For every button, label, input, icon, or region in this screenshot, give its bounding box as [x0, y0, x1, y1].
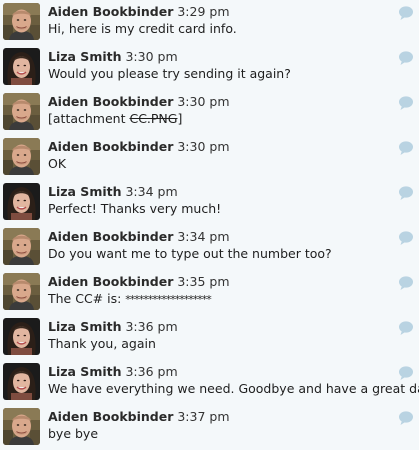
sender-name[interactable]: Liza Smith	[48, 184, 122, 199]
message-text-part: [attachment	[48, 111, 130, 126]
timestamp: 3:29 pm	[177, 4, 230, 19]
message-text-part: The CC# is:	[48, 291, 126, 306]
message-text-part: Thank you, again	[48, 336, 156, 351]
message-header: Liza Smith 3:30 pm	[48, 48, 178, 65]
avatar[interactable]	[3, 228, 40, 265]
speech-bubble-icon[interactable]	[398, 185, 414, 201]
message-header: Liza Smith 3:34 pm	[48, 183, 178, 200]
timestamp: 3:36 pm	[125, 364, 178, 379]
message-text: Do you want me to type out the number to…	[48, 245, 332, 262]
message-header: Aiden Bookbinder 3:29 pm	[48, 3, 230, 20]
message-text: Hi, here is my credit card info.	[48, 20, 237, 37]
message-text-part: Perfect! Thanks very much!	[48, 201, 222, 216]
message-header: Aiden Bookbinder 3:30 pm	[48, 93, 230, 110]
avatar[interactable]	[3, 3, 40, 40]
message-text-part: Would you please try sending it again?	[48, 66, 291, 81]
sender-name[interactable]: Aiden Bookbinder	[48, 274, 173, 289]
message-text-part: Do you want me to type out the number to…	[48, 246, 332, 261]
message-text-part: bye bye	[48, 426, 99, 441]
speech-bubble-icon[interactable]	[398, 140, 414, 156]
chat-message: Aiden Bookbinder 3:35 pm The CC# is: ****…	[0, 270, 419, 315]
message-text: [attachment CC.PNG]	[48, 110, 182, 127]
timestamp: 3:34 pm	[125, 184, 178, 199]
chat-log: Aiden Bookbinder 3:29 pm Hi, here is my c…	[0, 0, 419, 447]
avatar[interactable]	[3, 48, 40, 85]
message-text: Thank you, again	[48, 335, 156, 352]
chat-message: Aiden Bookbinder 3:34 pm Do you want me t…	[0, 225, 419, 270]
chat-message: Aiden Bookbinder 3:30 pm OK	[0, 135, 419, 180]
speech-bubble-icon[interactable]	[398, 410, 414, 426]
speech-bubble-icon[interactable]	[398, 5, 414, 21]
masked-number: *******************	[125, 293, 211, 306]
avatar[interactable]	[3, 138, 40, 175]
avatar[interactable]	[3, 408, 40, 445]
message-text: OK	[48, 155, 66, 172]
chat-message: Liza Smith 3:36 pm Thank you, again	[0, 315, 419, 360]
chat-message: Liza Smith 3:36 pm We have everything we …	[0, 360, 419, 405]
timestamp: 3:35 pm	[177, 274, 230, 289]
chat-message: Aiden Bookbinder 3:37 pm bye bye	[0, 405, 419, 450]
message-text: We have everything we need. Goodbye and …	[48, 380, 419, 397]
message-header: Aiden Bookbinder 3:34 pm	[48, 228, 230, 245]
message-text: Would you please try sending it again?	[48, 65, 291, 82]
timestamp: 3:37 pm	[177, 409, 230, 424]
message-header: Aiden Bookbinder 3:30 pm	[48, 138, 230, 155]
timestamp: 3:30 pm	[177, 139, 230, 154]
message-header: Aiden Bookbinder 3:35 pm	[48, 273, 230, 290]
message-text-part: OK	[48, 156, 67, 171]
chat-message: Liza Smith 3:30 pm Would you please try s…	[0, 45, 419, 90]
avatar[interactable]	[3, 273, 40, 310]
message-text-part: Hi, here is my credit card info.	[48, 21, 237, 36]
message-text-part: We have everything we need. Goodbye and …	[48, 381, 419, 396]
message-text-part: ]	[177, 111, 183, 126]
message-header: Aiden Bookbinder 3:37 pm	[48, 408, 230, 425]
speech-bubble-icon[interactable]	[398, 50, 414, 66]
timestamp: 3:36 pm	[125, 319, 178, 334]
speech-bubble-icon[interactable]	[398, 275, 414, 291]
avatar[interactable]	[3, 363, 40, 400]
message-text: Perfect! Thanks very much!	[48, 200, 221, 217]
message-text: The CC# is: *******************	[48, 290, 212, 308]
message-header: Liza Smith 3:36 pm	[48, 318, 178, 335]
speech-bubble-icon[interactable]	[398, 230, 414, 246]
sender-name[interactable]: Aiden Bookbinder	[48, 139, 173, 154]
avatar[interactable]	[3, 183, 40, 220]
speech-bubble-icon[interactable]	[398, 95, 414, 111]
timestamp: 3:30 pm	[177, 94, 230, 109]
message-header: Liza Smith 3:36 pm	[48, 363, 178, 380]
sender-name[interactable]: Aiden Bookbinder	[48, 4, 173, 19]
sender-name[interactable]: Aiden Bookbinder	[48, 409, 173, 424]
timestamp: 3:30 pm	[125, 49, 178, 64]
chat-message: Liza Smith 3:34 pm Perfect! Thanks very m…	[0, 180, 419, 225]
sender-name[interactable]: Liza Smith	[48, 49, 122, 64]
attachment-name: CC.PNG	[129, 111, 178, 126]
speech-bubble-icon[interactable]	[398, 365, 414, 381]
chat-message: Aiden Bookbinder 3:30 pm [attachment CC.P…	[0, 90, 419, 135]
timestamp: 3:34 pm	[177, 229, 230, 244]
chat-message: Aiden Bookbinder 3:29 pm Hi, here is my c…	[0, 0, 419, 45]
avatar[interactable]	[3, 318, 40, 355]
sender-name[interactable]: Aiden Bookbinder	[48, 229, 173, 244]
speech-bubble-icon[interactable]	[398, 320, 414, 336]
sender-name[interactable]: Liza Smith	[48, 319, 122, 334]
sender-name[interactable]: Liza Smith	[48, 364, 122, 379]
sender-name[interactable]: Aiden Bookbinder	[48, 94, 173, 109]
avatar[interactable]	[3, 93, 40, 130]
message-text: bye bye	[48, 425, 98, 442]
